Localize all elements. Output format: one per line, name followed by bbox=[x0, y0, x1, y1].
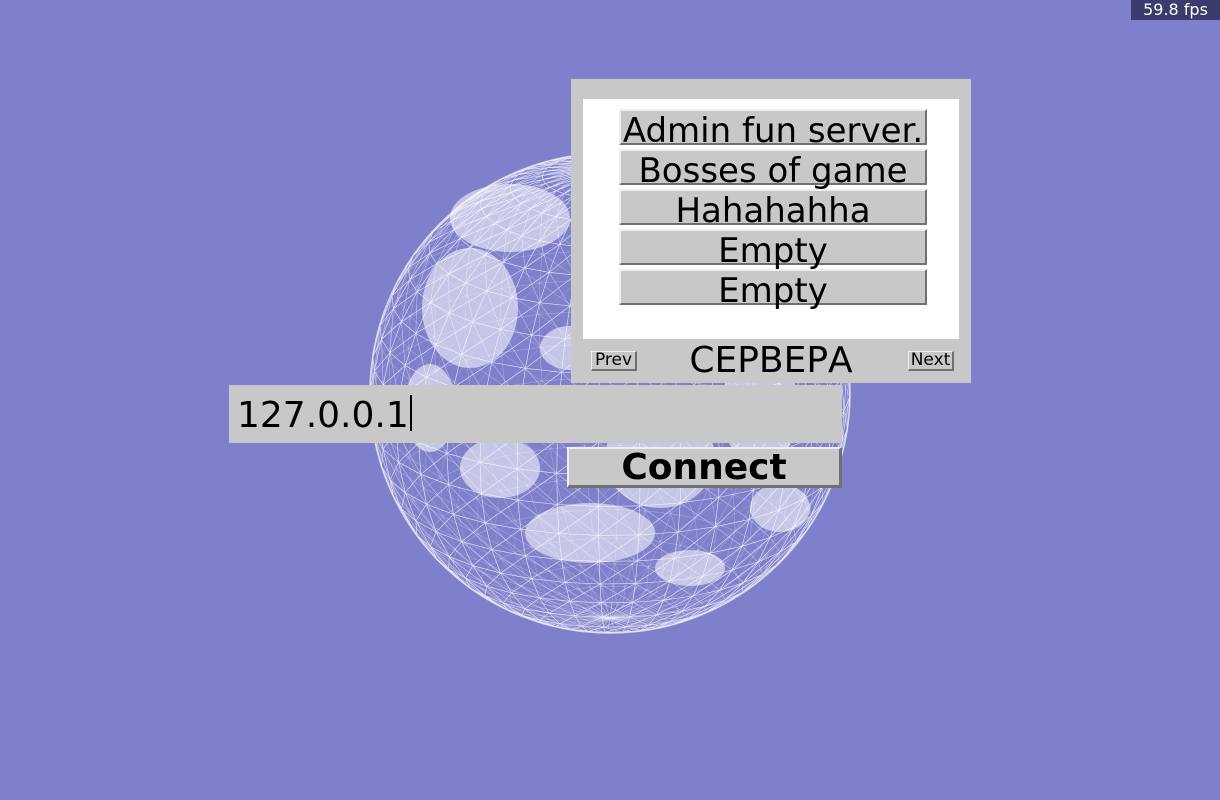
next-page-button[interactable]: Next bbox=[908, 351, 954, 371]
server-address-input[interactable]: 127.0.0.1 bbox=[229, 385, 842, 443]
server-item[interactable]: Bosses of game bbox=[619, 149, 927, 189]
text-cursor bbox=[409, 395, 412, 431]
prev-page-button[interactable]: Prev bbox=[591, 351, 637, 371]
server-item[interactable]: Empty bbox=[619, 269, 927, 309]
server-list: Admin fun server. Bosses of game Hahahah… bbox=[583, 99, 959, 339]
server-item-label: Empty bbox=[718, 231, 828, 271]
server-item-label: Bosses of game bbox=[638, 151, 908, 191]
game-viewport: 59.8 fps Admin fun server. Bosses of gam… bbox=[0, 0, 1220, 800]
server-item[interactable]: Empty bbox=[619, 229, 927, 269]
server-browser-panel: Admin fun server. Bosses of game Hahahah… bbox=[571, 79, 971, 383]
server-browser-title: СЕРВЕРА bbox=[689, 340, 853, 381]
connect-button[interactable]: Connect bbox=[567, 447, 842, 488]
server-address-value: 127.0.0.1 bbox=[237, 395, 409, 436]
fps-counter: 59.8 fps bbox=[1131, 0, 1220, 20]
server-item-label: Empty bbox=[718, 271, 828, 311]
server-item[interactable]: Admin fun server. bbox=[619, 109, 927, 149]
server-item-label: Hahahahha bbox=[675, 191, 871, 231]
server-item[interactable]: Hahahahha bbox=[619, 189, 927, 229]
server-item-label: Admin fun server. bbox=[622, 111, 924, 151]
